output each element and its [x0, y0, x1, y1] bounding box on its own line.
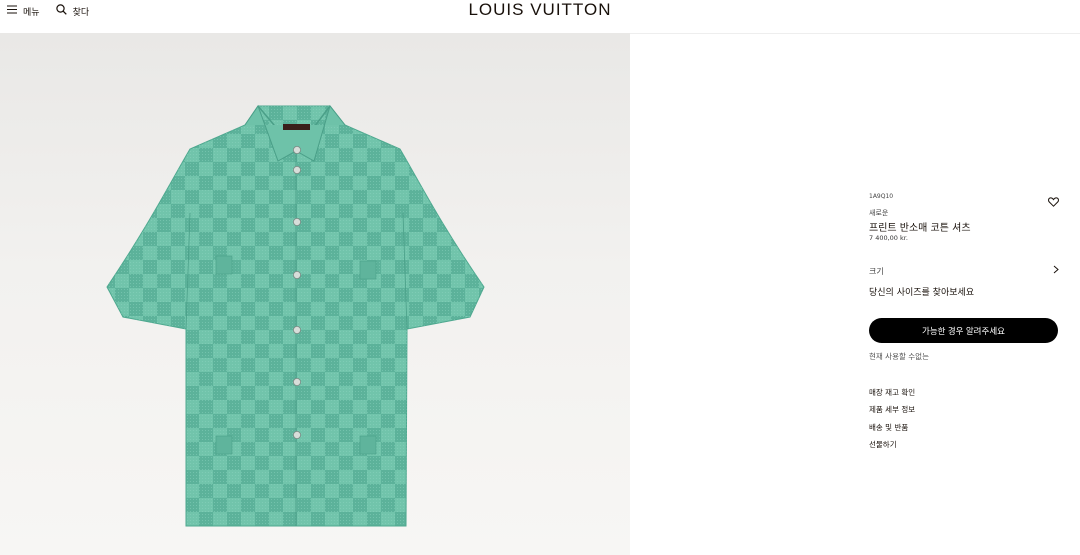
wishlist-button[interactable] — [1048, 192, 1059, 211]
sku-text: 1A9Q10 — [869, 193, 894, 200]
product-links: 매장 재고 확인 제품 세부 정보 배송 및 반품 선물하기 — [869, 387, 915, 456]
product-image — [106, 104, 485, 527]
product-name: 프린트 반소매 코튼 셔츠 — [869, 223, 971, 234]
link-store-stock[interactable]: 매장 재고 확인 — [869, 387, 915, 404]
product-image-panel[interactable] — [0, 33, 630, 555]
size-finder-link[interactable]: 당신의 사이즈를 찾아보세요 — [869, 285, 974, 298]
heart-icon — [1048, 192, 1059, 211]
product-price: 7 400,00 kr. — [869, 234, 908, 242]
shirt-shape — [106, 104, 485, 527]
size-selector[interactable]: 크기 — [869, 265, 1059, 277]
link-product-details[interactable]: 제품 세부 정보 — [869, 404, 915, 421]
brand-logo[interactable]: LOUIS VUITTON — [0, 0, 1080, 20]
notify-me-button[interactable]: 가능한 경우 알려주세요 — [869, 318, 1058, 343]
link-gift[interactable]: 선물하기 — [869, 439, 915, 456]
collection-label: 새로운 — [869, 209, 889, 217]
chevron-right-icon — [1053, 265, 1059, 276]
size-label: 크기 — [869, 267, 884, 276]
top-header: 메뉴 찾다 LOUIS VUITTON — [0, 0, 1080, 34]
product-sku: 1A9Q10 — [869, 191, 1059, 200]
availability-status: 현재 사용할 수없는 — [869, 352, 929, 361]
link-shipping-returns[interactable]: 배송 및 반품 — [869, 422, 915, 439]
